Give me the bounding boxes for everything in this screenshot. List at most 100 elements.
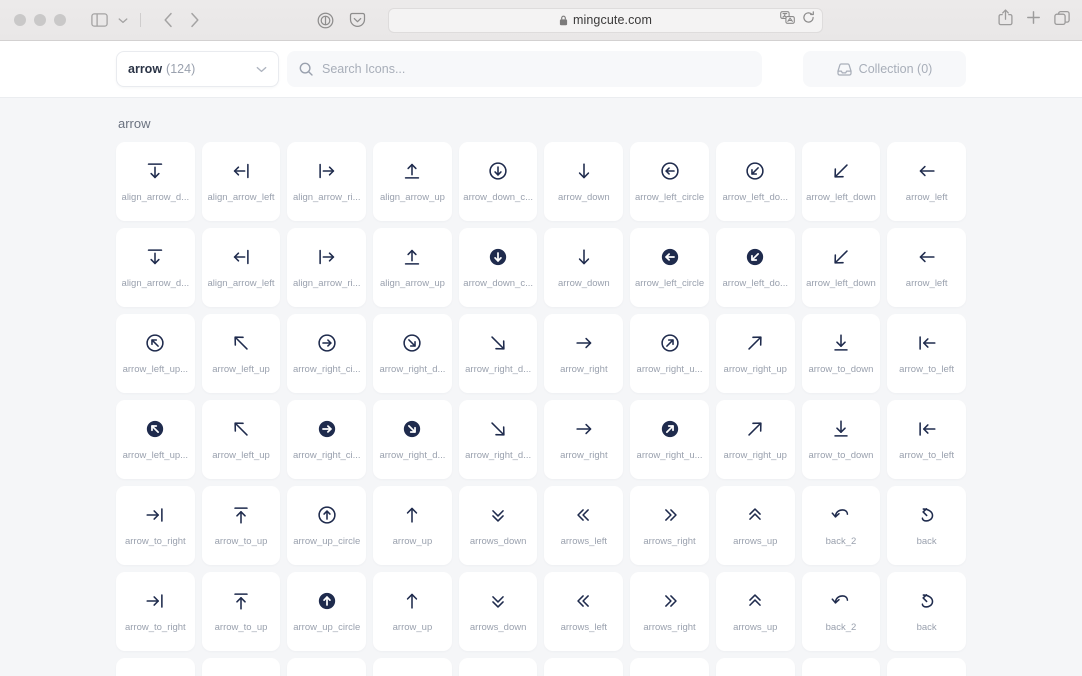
- share-icon[interactable]: [998, 9, 1013, 31]
- icon-card[interactable]: arrow_to_left: [887, 314, 966, 393]
- icon-label: arrow_down: [557, 278, 610, 289]
- icon-card[interactable]: arrows_left: [544, 572, 624, 651]
- icon-card[interactable]: arrow_to_down: [801, 400, 881, 479]
- icon-card[interactable]: arrow_right_d...: [373, 314, 452, 393]
- reload-icon[interactable]: [802, 11, 815, 29]
- search-input[interactable]: Search Icons...: [287, 51, 762, 87]
- icon-card[interactable]: align_arrow_d...: [116, 228, 195, 307]
- plus-icon[interactable]: [1026, 10, 1041, 30]
- icon-label: arrow_up: [392, 536, 433, 547]
- forward-button[interactable]: [181, 8, 207, 32]
- icon-card[interactable]: arrows_right: [630, 486, 709, 565]
- arrow-right-down-icon: [487, 418, 509, 440]
- icon-card[interactable]: arrow_left: [887, 228, 966, 307]
- icon-label: arrow_left_up: [212, 364, 270, 375]
- icon-card[interactable]: arrow_up_circle: [287, 486, 367, 565]
- icon-card[interactable]: align_arrow_up: [373, 142, 452, 221]
- icon-card[interactable]: align_arrow_left: [201, 142, 281, 221]
- icon-card[interactable]: back_2: [801, 572, 881, 651]
- icon-card[interactable]: align_arrow_left: [201, 228, 281, 307]
- category-dropdown[interactable]: arrow (124): [116, 51, 279, 87]
- icon-card[interactable]: arrow_left_up...: [116, 314, 195, 393]
- icon-card[interactable]: arrow_left_do...: [715, 142, 795, 221]
- icon-card[interactable]: arrow_left_circle: [630, 228, 709, 307]
- icon-card[interactable]: arrow_to_left: [887, 400, 966, 479]
- icon-card[interactable]: arrow_right_u...: [630, 314, 709, 393]
- icon-card[interactable]: arrow_right_ci...: [287, 400, 367, 479]
- collection-button[interactable]: Collection (0): [803, 51, 966, 87]
- arrow-to-down-icon: [830, 332, 852, 354]
- arrow-to-down-icon: [830, 418, 852, 440]
- icon-card[interactable]: arrow_right_up: [715, 314, 795, 393]
- arrow-to-left-icon: [916, 418, 938, 440]
- icon-card[interactable]: back_2: [801, 486, 881, 565]
- icon-card[interactable]: arrow_to_down: [801, 314, 881, 393]
- icon-card[interactable]: back: [887, 572, 966, 651]
- icon-card[interactable]: arrow_left_do...: [715, 228, 795, 307]
- icon-card[interactable]: arrows_up: [715, 572, 795, 651]
- icon-card[interactable]: arrow_to_right: [116, 572, 195, 651]
- icon-card[interactable]: arrow_left: [887, 142, 966, 221]
- icon-card[interactable]: arrow_right_u...: [630, 400, 709, 479]
- reader-mode-icon[interactable]: [312, 8, 338, 32]
- icon-card[interactable]: [715, 658, 795, 676]
- icon-card[interactable]: align_arrow_ri...: [287, 142, 367, 221]
- icon-card[interactable]: arrows_left: [544, 486, 624, 565]
- icon-card[interactable]: [544, 658, 624, 676]
- icon-card[interactable]: arrow_left_up: [201, 314, 281, 393]
- arrows-down-icon: [487, 504, 509, 526]
- back-button[interactable]: [155, 8, 181, 32]
- icon-card[interactable]: back: [887, 486, 966, 565]
- icon-card[interactable]: arrow_to_up: [201, 486, 281, 565]
- address-bar[interactable]: mingcute.com: [388, 7, 823, 33]
- icon-card[interactable]: arrow_left_down: [801, 228, 881, 307]
- icon-card[interactable]: arrows_down: [458, 572, 538, 651]
- icon-card[interactable]: [458, 658, 538, 676]
- icon-label: arrow_right_d...: [379, 364, 446, 375]
- icon-card[interactable]: arrow_up: [373, 572, 452, 651]
- icon-card[interactable]: arrow_up_circle: [287, 572, 367, 651]
- icon-card[interactable]: [630, 658, 709, 676]
- tab-overview-icon[interactable]: [1054, 10, 1070, 31]
- icon-card[interactable]: arrows_down: [458, 486, 538, 565]
- icon-card[interactable]: arrow_left_up: [201, 400, 281, 479]
- icon-card[interactable]: arrow_to_right: [116, 486, 195, 565]
- icon-card[interactable]: arrow_down_c...: [458, 142, 538, 221]
- icon-card[interactable]: arrow_right_ci...: [287, 314, 367, 393]
- icon-card[interactable]: arrows_up: [715, 486, 795, 565]
- icon-card[interactable]: arrow_left_circle: [630, 142, 709, 221]
- icon-card[interactable]: arrow_up: [373, 486, 452, 565]
- translate-icon[interactable]: [780, 11, 795, 29]
- icon-card[interactable]: [116, 658, 195, 676]
- icon-card[interactable]: arrow_right_d...: [458, 314, 538, 393]
- icon-card[interactable]: arrow_right_d...: [458, 400, 538, 479]
- icon-card[interactable]: arrow_right: [544, 314, 624, 393]
- icon-card[interactable]: arrow_right_up: [715, 400, 795, 479]
- icon-card[interactable]: [373, 658, 452, 676]
- icon-card[interactable]: align_arrow_ri...: [287, 228, 367, 307]
- icon-card[interactable]: arrow_to_up: [201, 572, 281, 651]
- sidebar-chevron-down-icon[interactable]: [110, 8, 136, 32]
- icon-card[interactable]: arrow_down: [544, 228, 624, 307]
- icon-card[interactable]: arrow_left_down: [801, 142, 881, 221]
- sidebar-toggle-icon[interactable]: [86, 8, 112, 32]
- icon-card[interactable]: [801, 658, 881, 676]
- pocket-icon[interactable]: [344, 8, 370, 32]
- icon-card[interactable]: arrow_down_c...: [458, 228, 538, 307]
- icon-label: arrow_right_d...: [465, 450, 532, 461]
- icon-card[interactable]: arrow_down: [544, 142, 624, 221]
- icon-card[interactable]: [201, 658, 281, 676]
- icon-label: arrow_right_d...: [465, 364, 532, 375]
- icon-card[interactable]: arrow_left_up...: [116, 400, 195, 479]
- maximize-window-button[interactable]: [54, 14, 66, 26]
- icon-card[interactable]: arrow_right: [544, 400, 624, 479]
- icon-card[interactable]: align_arrow_up: [373, 228, 452, 307]
- icon-card[interactable]: align_arrow_d...: [116, 142, 195, 221]
- icon-card[interactable]: arrow_right_d...: [373, 400, 452, 479]
- icon-card[interactable]: arrows_right: [630, 572, 709, 651]
- icon-label: arrow_left_do...: [722, 192, 788, 203]
- minimize-window-button[interactable]: [34, 14, 46, 26]
- close-window-button[interactable]: [14, 14, 26, 26]
- icon-card[interactable]: [287, 658, 367, 676]
- icon-card[interactable]: [887, 658, 966, 676]
